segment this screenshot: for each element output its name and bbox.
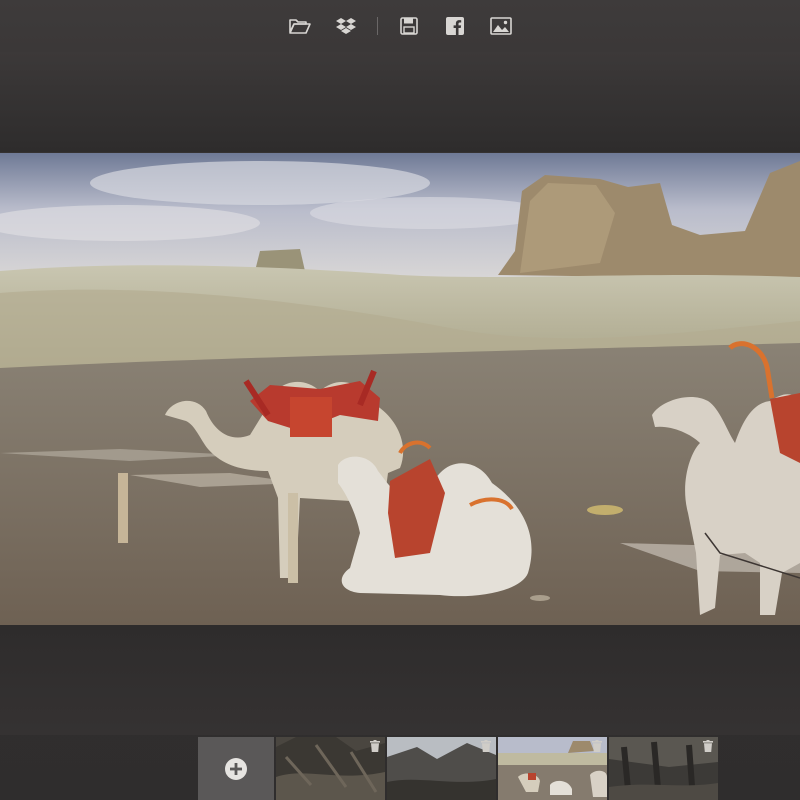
- folder-open-icon: [288, 19, 311, 34]
- trash-icon[interactable]: [370, 740, 380, 752]
- dropbox-button[interactable]: [333, 13, 359, 39]
- thumbnail-1[interactable]: [276, 737, 385, 800]
- trash-icon[interactable]: [592, 740, 602, 752]
- save-icon: [399, 17, 418, 35]
- facebook-icon: [445, 17, 464, 35]
- top-background-band: [0, 52, 800, 152]
- filmstrip: [198, 737, 718, 800]
- main-photo[interactable]: [0, 153, 800, 625]
- trash-icon[interactable]: [703, 740, 713, 752]
- thumbnail-2[interactable]: [387, 737, 496, 800]
- bottom-background-band: [0, 625, 800, 735]
- thumbnail-4[interactable]: [609, 737, 718, 800]
- thumbnail-3-selected[interactable]: [498, 737, 607, 800]
- toolbar-separator: [376, 17, 378, 35]
- trash-icon[interactable]: [481, 740, 491, 752]
- facebook-share-button[interactable]: [442, 13, 468, 39]
- thumbnail-image-3: [498, 737, 607, 800]
- top-toolbar: [0, 0, 800, 52]
- thumbnail-image-1: [276, 737, 385, 800]
- save-button[interactable]: [396, 13, 422, 39]
- thumbnail-image-2: [387, 737, 496, 800]
- image-icon: [489, 17, 512, 35]
- add-circle-icon: [225, 757, 247, 780]
- add-photo-button[interactable]: [198, 737, 274, 800]
- open-folder-button[interactable]: [287, 13, 313, 39]
- dropbox-icon: [335, 18, 356, 34]
- thumbnail-image-4: [609, 737, 718, 800]
- camel-photo-image: [0, 153, 800, 625]
- image-button[interactable]: [488, 13, 514, 39]
